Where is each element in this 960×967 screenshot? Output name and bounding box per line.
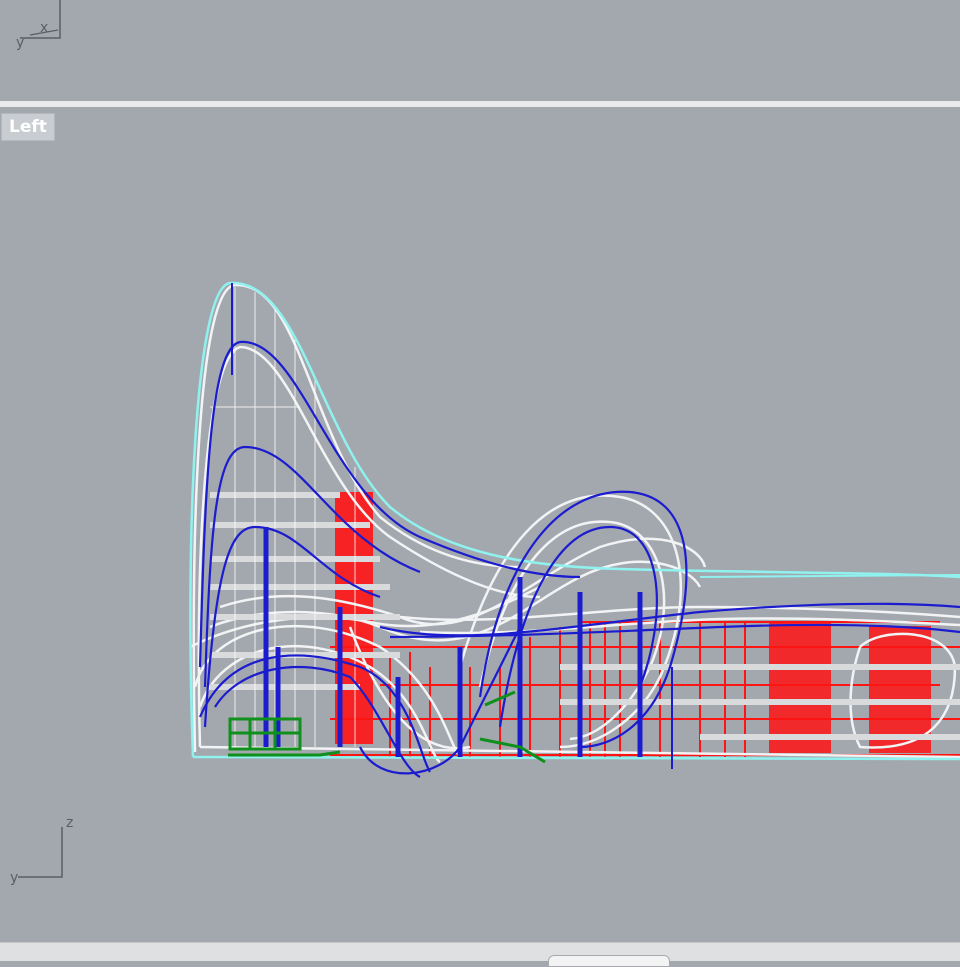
- white-slabs: [210, 492, 960, 740]
- left-viewport[interactable]: z y Left: [0, 107, 960, 942]
- left-axis-label-z: z: [66, 815, 73, 831]
- red-columns: [389, 622, 746, 757]
- status-bar: [0, 942, 960, 967]
- left-axis-widget-icon: z y: [10, 815, 73, 886]
- red-block-2: [869, 626, 931, 753]
- red-block-1: [769, 621, 831, 753]
- status-tab[interactable]: [548, 955, 670, 967]
- left-axis-label-y: y: [10, 870, 18, 886]
- wireframe-model: z y: [10, 281, 960, 886]
- top-axis-label-y: y: [16, 35, 24, 51]
- top-viewport[interactable]: y x: [0, 0, 960, 101]
- viewport-title-left[interactable]: Left: [1, 113, 55, 141]
- top-axis-label-x: x: [40, 20, 48, 36]
- top-axis-widget-icon: y x: [16, 0, 61, 51]
